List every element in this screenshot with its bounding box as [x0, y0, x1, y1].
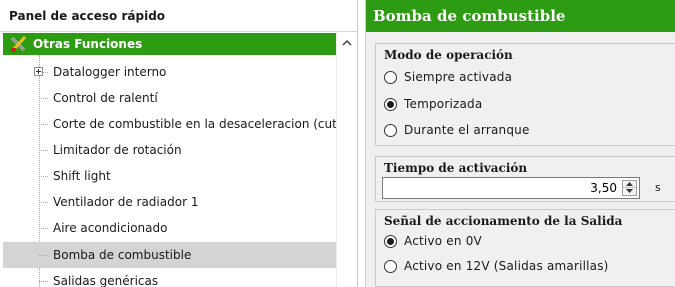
- tree-item-datalogger[interactable]: Datalogger interno: [3, 59, 336, 85]
- output-signal-group: Señal de accionamento de la Salida Activ…: [375, 209, 675, 287]
- group-label: Otras Funciones: [33, 37, 143, 51]
- radio-label: Temporizada: [404, 97, 483, 111]
- tree-item-label: Control de ralentí: [53, 91, 158, 105]
- tree-item-label: Corte de combustible en la desaceleracio…: [53, 117, 358, 131]
- radio-label: Durante el arranque: [404, 123, 530, 137]
- operation-mode-group: Modo de operación Siempre activada Tempo…: [375, 43, 675, 146]
- triangle-down-icon: [626, 189, 633, 193]
- radio-button[interactable]: [384, 71, 397, 84]
- activation-time-spinner[interactable]: [622, 180, 637, 196]
- radio-always-on[interactable]: Siempre activada: [384, 68, 664, 88]
- tree-item-generic-outputs[interactable]: Salidas genéricas: [3, 268, 336, 287]
- settings-title-bar: Bomba de combustible: [366, 0, 675, 32]
- quick-access-panel: Panel de acceso rápido Otras Funciones D…: [0, 0, 358, 287]
- tree-item-label: Salidas genéricas: [53, 274, 159, 287]
- triangle-up-icon: [626, 182, 633, 186]
- group-other-functions[interactable]: Otras Funciones: [3, 33, 336, 55]
- activation-time-unit: s: [655, 181, 661, 194]
- operation-mode-title: Modo de operación: [384, 48, 513, 62]
- chevron-up-icon: [342, 39, 352, 46]
- tree-item-label: Datalogger interno: [53, 65, 167, 79]
- tree-item-air-conditioning[interactable]: Aire acondicionado: [3, 215, 336, 241]
- activation-time-group: Tiempo de activación 3,50 s: [375, 156, 675, 202]
- output-signal-title: Señal de accionamento de la Salida: [384, 214, 623, 228]
- tree-item-shift-light[interactable]: Shift light: [3, 163, 336, 189]
- radio-label: Siempre activada: [404, 70, 513, 84]
- settings-panel: Bomba de combustible Modo de operación S…: [365, 0, 675, 287]
- radio-button[interactable]: [384, 260, 397, 273]
- radio-timed[interactable]: Temporizada: [384, 95, 664, 115]
- tree-item-rev-limiter[interactable]: Limitador de rotación: [3, 137, 336, 163]
- tree-item-radiator-fan[interactable]: Ventilador de radiador 1: [3, 189, 336, 215]
- tree-scrollbar[interactable]: [336, 33, 357, 287]
- radio-active-12v[interactable]: Activo en 12V (Salidas amarillas): [384, 257, 664, 277]
- tree-item-label: Limitador de rotación: [53, 143, 182, 157]
- spin-up-button[interactable]: [623, 181, 636, 188]
- radio-active-0v[interactable]: Activo en 0V: [384, 232, 664, 252]
- tree-item-idle-control[interactable]: Control de ralentí: [3, 85, 336, 111]
- activation-time-input[interactable]: 3,50: [382, 177, 640, 199]
- tools-icon: [9, 35, 29, 53]
- radio-label: Activo en 12V (Salidas amarillas): [404, 259, 609, 273]
- expand-icon[interactable]: [34, 67, 43, 76]
- radio-button[interactable]: [384, 124, 397, 137]
- quick-access-title: Panel de acceso rápido: [9, 9, 166, 23]
- settings-title: Bomba de combustible: [373, 7, 566, 25]
- radio-button[interactable]: [384, 98, 397, 111]
- activation-time-title: Tiempo de activación: [384, 161, 528, 175]
- radio-during-cranking[interactable]: Durante el arranque: [384, 121, 664, 141]
- tree-item-fuel-pump[interactable]: Bomba de combustible: [3, 242, 336, 268]
- tree-item-label: Aire acondicionado: [53, 221, 168, 235]
- spin-down-button[interactable]: [623, 188, 636, 195]
- scroll-up-button[interactable]: [337, 33, 357, 53]
- radio-button[interactable]: [384, 235, 397, 248]
- tree-item-fuel-cutoff[interactable]: Corte de combustible en la desaceleracio…: [3, 111, 357, 137]
- quick-access-header: Panel de acceso rápido: [0, 0, 357, 32]
- tree-item-label: Bomba de combustible: [53, 248, 192, 262]
- activation-time-value[interactable]: 3,50: [590, 181, 617, 195]
- tree-item-label: Ventilador de radiador 1: [53, 195, 199, 209]
- radio-label: Activo en 0V: [404, 234, 482, 248]
- tree-item-label: Shift light: [53, 169, 111, 183]
